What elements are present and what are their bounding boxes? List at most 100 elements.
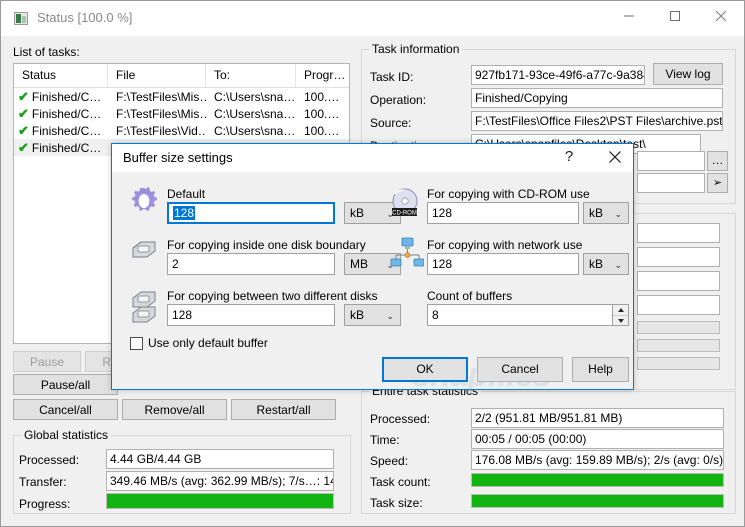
entire-speed-value: 176.08 MB/s (avg: 159.89 MB/s); 2/s (avg… — [471, 450, 724, 470]
close-button[interactable] — [698, 1, 744, 31]
browse-button[interactable]: … — [707, 151, 728, 171]
different-disks-buffer-label: For copying between two different disks — [167, 289, 378, 303]
destination-extra-field-1 — [637, 151, 705, 171]
global-progress-bar — [106, 493, 334, 509]
status-window: Status [100.0 %] List of tasks: Status F… — [0, 0, 745, 527]
pause-all-button[interactable]: Pause/all — [13, 374, 118, 395]
entire-speed-label: Speed: — [370, 454, 409, 468]
task-count-bar — [471, 473, 724, 487]
stat-extra-field-2 — [637, 247, 720, 267]
stat-extra-bar-1 — [637, 321, 720, 334]
cdrom-buffer-input[interactable]: 128 — [427, 202, 579, 224]
cell-to: C:\Users\sna… — [214, 106, 296, 121]
different-disks-unit-select[interactable]: kB ⌄ — [344, 304, 401, 326]
cdrom-buffer-label: For copying with CD-ROM use — [427, 187, 590, 201]
task-size-label: Task size: — [370, 496, 423, 510]
dialog-close-icon[interactable] — [597, 144, 633, 170]
entire-time-value: 00:05 / 00:05 (00:00) — [471, 429, 724, 449]
column-header-to[interactable]: To: — [206, 64, 296, 87]
cdrom-unit-value: kB — [589, 206, 604, 220]
remove-all-button[interactable]: Remove/all — [122, 399, 227, 420]
cell-status: Finished/C… — [31, 123, 102, 138]
cell-to: C:\Users\sna… — [214, 89, 296, 104]
different-disks-unit-value: kB — [350, 308, 365, 322]
cancel-button[interactable]: Cancel — [477, 357, 563, 382]
use-only-default-buffer-checkbox[interactable]: Use only default buffer — [130, 336, 268, 350]
view-log-button[interactable]: View log — [653, 63, 723, 85]
destination-extra-field-2 — [637, 173, 705, 193]
stat-extra-bar-2 — [637, 339, 720, 352]
app-icon — [14, 12, 28, 25]
status-ok-icon: ✔ — [18, 89, 29, 104]
stepper-up-icon[interactable] — [613, 305, 628, 316]
window-title: Status [100.0 %] — [37, 10, 133, 25]
cdrom-icon: CD-ROM — [392, 188, 418, 216]
cdrom-unit-select[interactable]: kB ⌄ — [583, 202, 629, 224]
buffer-size-settings-dialog: Buffer size settings ? snapfiles Default… — [111, 143, 634, 394]
stat-extra-field-1 — [637, 223, 720, 243]
dialog-title: Buffer size settings — [123, 150, 233, 165]
stepper-down-icon[interactable] — [613, 316, 628, 326]
network-unit-value: kB — [589, 257, 604, 271]
task-information-legend: Task information — [369, 42, 463, 56]
two-disks-icon — [132, 291, 156, 323]
task-id-label: Task ID: — [370, 70, 414, 84]
tasks-listview-header: Status File To: Progr… — [14, 64, 349, 88]
count-of-buffers-label: Count of buffers — [427, 289, 513, 303]
network-buffer-label: For copying with network use — [427, 238, 583, 252]
same-disk-buffer-input[interactable]: 2 — [167, 253, 335, 275]
default-buffer-input[interactable]: 128 — [167, 202, 335, 224]
help-icon[interactable]: ? — [552, 144, 586, 170]
global-transfer-value: 349.46 MB/s (avg: 362.99 MB/s); 7/s…: 14… — [106, 471, 334, 491]
stat-extra-bar-3 — [637, 357, 720, 370]
global-statistics-legend: Global statistics — [21, 428, 112, 442]
cell-file: F:\TestFiles\Mis… — [116, 89, 206, 104]
column-header-file[interactable]: File — [108, 64, 206, 87]
stat-extra-field-4 — [637, 295, 720, 315]
network-icon — [390, 237, 424, 267]
cell-progress: 100.… — [304, 123, 340, 138]
maximize-button[interactable] — [652, 1, 698, 31]
column-header-status[interactable]: Status — [14, 64, 108, 87]
cell-file: F:\TestFiles\Vid… — [116, 123, 206, 138]
goto-button[interactable]: ➢ — [707, 173, 728, 193]
status-ok-icon: ✔ — [18, 140, 29, 155]
chevron-down-icon: ⌄ — [614, 260, 622, 270]
table-row[interactable]: ✔ Finished/C… F:\TestFiles\Vid… C:\Users\… — [14, 122, 349, 139]
help-button[interactable]: Help — [572, 357, 629, 382]
network-buffer-input[interactable]: 128 — [427, 253, 579, 275]
count-of-buffers-stepper[interactable] — [612, 304, 629, 326]
use-only-default-buffer-label: Use only default buffer — [148, 336, 268, 350]
gear-icon — [132, 186, 157, 212]
dialog-title-bar: Buffer size settings ? — [112, 144, 633, 172]
chevron-down-icon: ⌄ — [614, 209, 622, 219]
table-row[interactable]: ✔ Finished/C… F:\TestFiles\Mis… C:\Users\… — [14, 88, 349, 105]
list-of-tasks-label: List of tasks: — [13, 45, 80, 59]
checkbox-box — [130, 336, 143, 350]
cell-status: Finished/C… — [31, 89, 102, 104]
table-row[interactable]: ✔ Finished/C… F:\TestFiles\Mis… C:\Users\… — [14, 105, 349, 122]
cell-progress: 100.… — [304, 89, 340, 104]
svg-text:CD-ROM: CD-ROM — [392, 210, 417, 216]
single-disk-icon — [132, 241, 156, 258]
stat-extra-field-3 — [637, 271, 720, 291]
cell-status: Finished/C… — [31, 106, 102, 121]
source-label: Source: — [370, 116, 412, 130]
cell-status: Finished/C… — [31, 140, 102, 155]
global-processed-value: 4.44 GB/4.44 GB — [106, 449, 334, 469]
default-buffer-value: 128 — [173, 206, 196, 220]
count-of-buffers-input[interactable]: 8 — [427, 304, 629, 326]
pause-button[interactable]: Pause — [13, 351, 81, 372]
title-bar: Status [100.0 %] — [1, 1, 744, 36]
entire-processed-label: Processed: — [370, 412, 431, 426]
same-disk-unit-value: MB — [350, 257, 368, 271]
minimize-button[interactable] — [606, 1, 652, 31]
network-unit-select[interactable]: kB ⌄ — [583, 253, 629, 275]
cancel-all-button[interactable]: Cancel/all — [13, 399, 118, 420]
column-header-progress[interactable]: Progr… — [296, 64, 349, 87]
different-disks-buffer-input[interactable]: 128 — [167, 304, 335, 326]
default-buffer-label: Default — [167, 187, 206, 201]
restart-all-button[interactable]: Restart/all — [231, 399, 336, 420]
ok-button[interactable]: OK — [382, 357, 468, 382]
global-processed-label: Processed: — [19, 453, 80, 467]
